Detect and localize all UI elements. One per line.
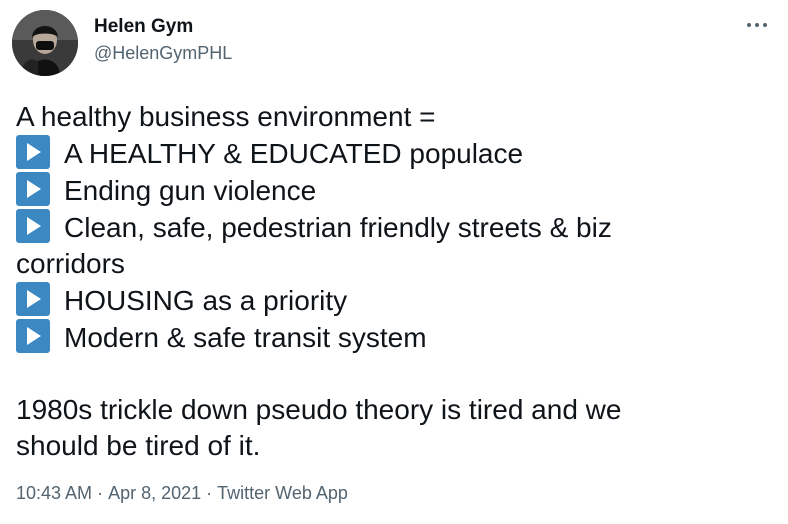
tweet-date[interactable]: Apr 8, 2021 bbox=[108, 483, 201, 503]
author-display-name[interactable]: Helen Gym bbox=[94, 15, 193, 39]
more-dots-icon bbox=[747, 23, 767, 27]
bullet-item: A HEALTHY & EDUCATED populace bbox=[16, 135, 756, 172]
bullet-item: Ending gun violence bbox=[16, 172, 756, 209]
play-button-icon bbox=[16, 319, 50, 353]
tweet-meta: 10:43 AM · Apr 8, 2021 · Twitter Web App bbox=[16, 482, 348, 504]
avatar[interactable] bbox=[12, 10, 78, 76]
play-button-icon bbox=[16, 135, 50, 169]
bullet-text: Modern & safe transit system bbox=[64, 322, 427, 353]
bullet-item: Modern & safe transit system bbox=[16, 319, 756, 356]
closing-line: should be tired of it. bbox=[16, 430, 261, 461]
paragraph-break bbox=[16, 356, 756, 392]
tweet-text: A healthy business environment = A HEALT… bbox=[16, 99, 756, 464]
bullet-text: A HEALTHY & EDUCATED populace bbox=[64, 138, 524, 169]
meta-separator: · bbox=[206, 483, 213, 503]
closing-line: 1980s trickle down pseudo theory is tire… bbox=[16, 394, 622, 425]
meta-separator: · bbox=[97, 483, 104, 503]
bullet-item: Clean, safe, pedestrian friendly streets… bbox=[16, 209, 756, 246]
tweet-card: Helen Gym @HelenGymPHL A healthy busines… bbox=[0, 0, 788, 524]
bullet-item: HOUSING as a priority bbox=[16, 282, 756, 319]
author-handle[interactable]: @HelenGymPHL bbox=[94, 42, 232, 64]
bullet-text-wrap: corridors bbox=[16, 248, 125, 279]
bullet-text: Clean, safe, pedestrian friendly streets… bbox=[64, 212, 612, 243]
tweet-intro: A healthy business environment = bbox=[16, 101, 436, 132]
tweet-source-link[interactable]: Twitter Web App bbox=[217, 483, 348, 503]
play-button-icon bbox=[16, 172, 50, 206]
profile-photo-icon bbox=[12, 10, 78, 76]
tweet-time[interactable]: 10:43 AM bbox=[16, 483, 92, 503]
play-button-icon bbox=[16, 282, 50, 316]
bullet-text: HOUSING as a priority bbox=[64, 285, 348, 316]
play-button-icon bbox=[16, 209, 50, 243]
bullet-text: Ending gun violence bbox=[64, 175, 317, 206]
more-options-button[interactable] bbox=[742, 14, 772, 36]
